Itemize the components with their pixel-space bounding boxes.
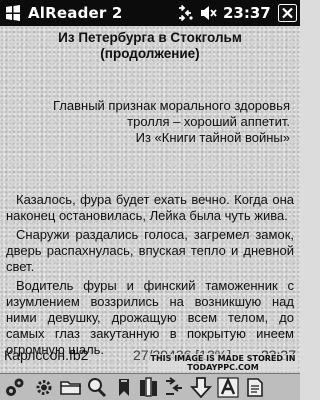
close-icon[interactable] [278,4,297,22]
settings-icon[interactable] [4,377,26,398]
body-text: Казалось, фура будет ехать вечно. Когда … [6,192,294,361]
chapter-title: Из Петербурга в Стокгольм (продолжение) [58,30,242,61]
status-file-name: Карлссон.fb2 [4,347,89,363]
paragraph: Казалось, фура будет ехать вечно. Когда … [6,192,294,223]
watermark-line: THIS IMAGE IS MADE STORED IN [150,354,296,363]
bottom-toolbar [0,373,300,400]
screen: AlReader 2 23:37 Из Петербурга в Стокгол… [0,0,300,400]
watermark-line: TODAYPPC.COM [187,363,259,372]
epigraph-source: Из «Книги тайной войны» [135,130,290,145]
windows-start-icon[interactable] [4,4,22,22]
page-icon[interactable] [244,377,266,398]
app-title: AlReader 2 [28,4,123,22]
bookmark-icon[interactable] [113,377,135,398]
clock: 23:37 [223,4,271,22]
epigraph-line: Главный признак морального здоровья [53,98,290,113]
connectivity-icon[interactable] [176,5,194,21]
font-icon[interactable] [217,377,239,398]
epigraph: Главный признак морального здоровья трол… [10,98,290,146]
epigraph-line: тролля – хороший аппетит. [127,114,290,129]
title-bar: AlReader 2 23:37 [0,0,300,26]
nav-arrows-icon[interactable] [163,377,185,398]
watermark: THIS IMAGE IS MADE STORED IN TODAYPPC.CO… [148,354,298,372]
paragraph: Снаружи раздались голоса, загремел замок… [6,227,294,274]
down-arrow-icon[interactable] [190,377,212,398]
volume-icon[interactable] [200,5,218,21]
book-page[interactable]: Из Петербурга в Стокгольм (продолжение) … [0,26,300,373]
library-icon[interactable] [138,377,160,398]
search-icon[interactable] [86,377,108,398]
gear-icon[interactable] [33,377,55,398]
folder-icon[interactable] [60,377,82,398]
paragraph: Водитель фуры и финский таможенник с изу… [6,278,294,357]
